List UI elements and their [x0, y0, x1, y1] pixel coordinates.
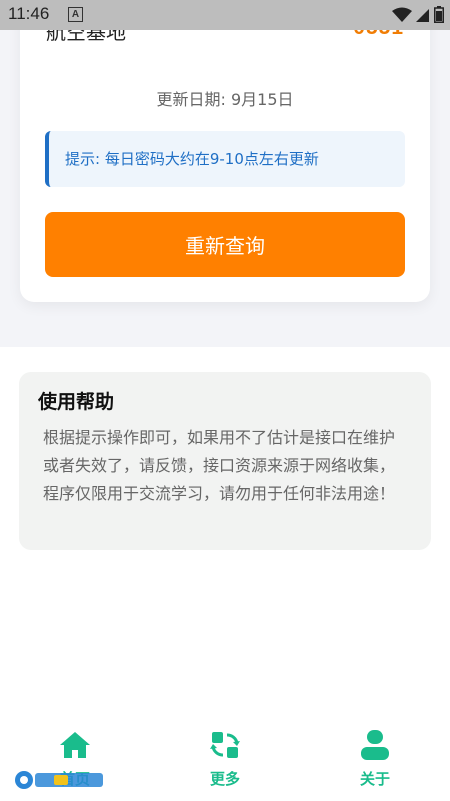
watermark-logo — [15, 771, 103, 789]
password-card: 航空基地 0551 更新日期: 9月15日 提示: 每日密码大约在9-10点左右… — [20, 0, 430, 302]
status-time: 11:46 — [8, 4, 50, 23]
signal-icon — [416, 8, 429, 22]
requery-button[interactable]: 重新查询 — [45, 212, 405, 277]
wifi-icon — [392, 7, 412, 22]
nav-item-about[interactable]: 关于 — [315, 712, 435, 801]
nav-label-about: 关于 — [359, 770, 390, 788]
home-icon — [60, 732, 90, 758]
user-icon — [361, 730, 389, 760]
help-body: 根据提示操作即可，如果用不了估计是接口在维护或者失效了，请反馈，接口资源来源于网… — [43, 428, 396, 503]
nav-label-more: 更多 — [209, 770, 240, 788]
update-date: 更新日期: 9月15日 — [156, 90, 294, 109]
tip-text: 提示: 每日密码大约在9-10点左右更新 — [65, 150, 319, 168]
refresh-icon — [210, 732, 240, 758]
tip-box: 提示: 每日密码大约在9-10点左右更新 — [45, 131, 405, 187]
help-panel: 使用帮助 根据提示操作即可，如果用不了估计是接口在维护或者失效了，请反馈，接口资… — [19, 372, 431, 550]
help-title: 使用帮助 — [38, 391, 115, 413]
battery-icon — [434, 6, 444, 23]
system-icons — [392, 6, 444, 23]
nav-item-more[interactable]: 更多 — [165, 712, 285, 801]
status-bar: 11:46 A — [0, 0, 450, 30]
notification-icon: A — [68, 7, 83, 22]
